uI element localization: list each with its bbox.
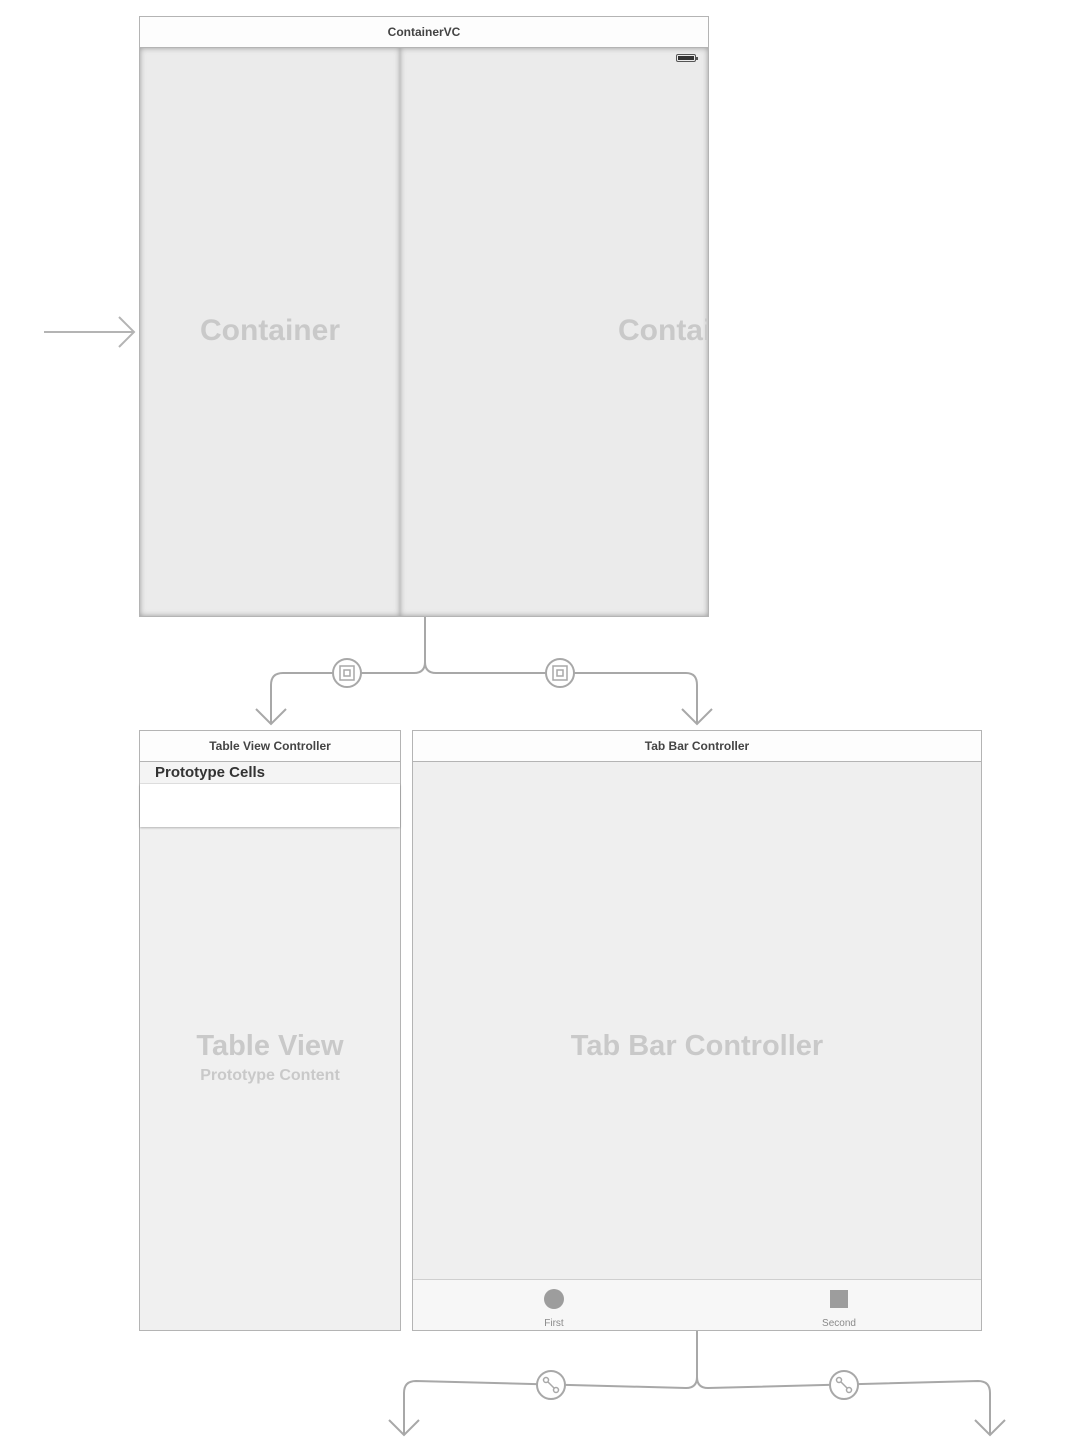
square-icon (830, 1290, 848, 1308)
scene-title[interactable]: ContainerVC (140, 17, 708, 48)
scene-title[interactable]: Table View Controller (140, 731, 400, 762)
relationship-segue-icon[interactable] (536, 1370, 566, 1400)
tab-first[interactable]: First (514, 1280, 594, 1330)
relationship-segue-icon[interactable] (829, 1370, 859, 1400)
container-placeholder-label: Container (199, 314, 340, 347)
tab-label: Second (822, 1318, 856, 1329)
container-vc-scene[interactable]: ContainerVC Container Contai (139, 16, 709, 617)
right-container-view[interactable]: Contai (400, 48, 708, 616)
table-view-placeholder-title: Table View (196, 1030, 344, 1062)
table-view-placeholder-subtitle: Prototype Content (200, 1067, 340, 1084)
tab-bar-controller-scene[interactable]: Tab Bar Controller Tab Bar Controller Fi… (412, 730, 982, 1331)
table-view-controller-scene[interactable]: Table View Controller Prototype Cells Ta… (139, 730, 401, 1331)
left-container-view[interactable]: Container (140, 48, 400, 616)
battery-icon (676, 54, 698, 62)
container-placeholder-label: Contai (618, 314, 708, 347)
tab-label: First (544, 1318, 564, 1329)
initial-view-controller-arrow[interactable] (44, 316, 136, 348)
tab-bar[interactable]: First Second (413, 1279, 981, 1330)
table-view[interactable]: Prototype Cells Table View Prototype Con… (140, 762, 400, 1330)
tab-bar-content: Tab Bar Controller First Second (413, 762, 981, 1330)
prototype-cell[interactable] (140, 784, 400, 827)
scene-title[interactable]: Tab Bar Controller (413, 731, 981, 762)
embed-segue-icon[interactable] (545, 658, 575, 688)
embed-segue-icon[interactable] (332, 658, 362, 688)
circle-icon (544, 1289, 564, 1309)
prototype-cells-header: Prototype Cells (140, 762, 400, 784)
tab-bar-placeholder-title: Tab Bar Controller (570, 1030, 824, 1062)
tab-second[interactable]: Second (799, 1280, 879, 1330)
